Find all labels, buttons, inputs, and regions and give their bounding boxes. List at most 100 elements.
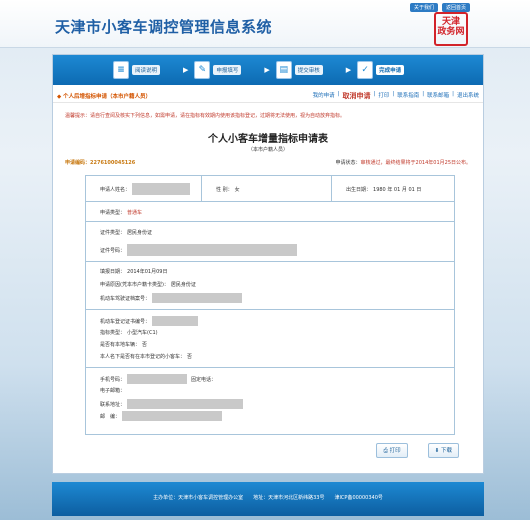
fill-date-label: 填报日期： bbox=[100, 269, 126, 275]
id-no-redacted bbox=[127, 244, 298, 256]
book-icon: ≡ bbox=[113, 61, 129, 79]
has-car-label: 是否有本地车辆： bbox=[100, 342, 141, 348]
breadcrumb-label: 个人后增指标申请（本市户籍人员） bbox=[62, 93, 151, 100]
print-button[interactable]: ⎙ 打印 bbox=[376, 443, 408, 458]
step-complete: ✓ 完成申请 bbox=[357, 61, 421, 79]
step-label-submit: 提交审核 bbox=[294, 65, 323, 75]
id-type-row: 证件类型： 居民身份证 bbox=[100, 229, 152, 236]
address-label: 联系地址： bbox=[100, 401, 126, 408]
zip-redacted bbox=[122, 411, 223, 421]
vehicle-label: 机动车登记证书编号： bbox=[100, 318, 151, 325]
printer-icon: ⎙ bbox=[383, 448, 388, 454]
id-no-row: 证件号码： bbox=[100, 244, 298, 256]
nav-print[interactable]: 打印 bbox=[378, 91, 389, 101]
transfer-label: 本人名下是否有在本市登记的小客车： bbox=[100, 354, 186, 360]
fill-date-row: 填报日期： 2014年01月09日 bbox=[100, 268, 167, 275]
vehicle-redacted bbox=[152, 316, 199, 326]
form-subtitle: （本市户籍人员） bbox=[247, 147, 288, 153]
id-no-label: 证件号码： bbox=[100, 247, 126, 254]
step-arrow-icon: ▶ bbox=[183, 66, 189, 74]
step-label-complete: 完成申请 bbox=[376, 65, 405, 75]
nav-guide[interactable]: 联系指南 bbox=[397, 91, 419, 101]
app-type-value: 普通车 bbox=[127, 210, 143, 216]
print-button-label: 打印 bbox=[389, 448, 401, 454]
app-status: 申请状态：审核通过，最终结果将于2014年01月25日公布。 bbox=[336, 159, 471, 166]
site-title: 天津市小客车调控管理信息系统 bbox=[55, 18, 273, 36]
download-button-label: 下载 bbox=[440, 448, 452, 454]
gender-row: 性 别： 女 bbox=[216, 186, 240, 193]
breadcrumb: ◆ 个人后增指标申请（本市户籍人员） bbox=[57, 93, 151, 100]
driver-label: 机动车驾驶证档案号： bbox=[100, 295, 151, 302]
step-bar: ≡ 阅读说明 ▶ ✎ 申报填写 ▶ ▤ 提交审核 ▶ ✓ 完成申请 bbox=[53, 55, 483, 85]
id-type-label: 证件类型： bbox=[100, 230, 126, 236]
address-row: 联系地址： bbox=[100, 399, 244, 409]
download-button[interactable]: ⬇ 下载 bbox=[427, 443, 459, 458]
reason-row: 申请原因(凭本市户籍卡类型)： 居民身份证 bbox=[100, 281, 196, 288]
email-label: 电子邮箱： bbox=[100, 388, 126, 394]
section-id: 证件类型： 居民身份证 证件号码： bbox=[86, 222, 454, 262]
notice-text: 温馨提示：请自行查阅及核实下列信息，如需申请，请在指标有效期内使用该指标登记，过… bbox=[65, 113, 346, 119]
id-type-value: 居民身份证 bbox=[127, 230, 153, 236]
zip-row: 邮 编： bbox=[100, 411, 223, 421]
form-title: 个人小客车增量指标申请表 bbox=[208, 134, 328, 145]
phone-label: 固定电话： bbox=[191, 376, 217, 383]
section-type: 申请类型： 普通车 bbox=[86, 202, 454, 222]
site-logo: 天津 政务网 bbox=[434, 12, 468, 46]
section-contact: 手机号码： 固定电话： 电子邮箱： 联系地址： 邮 编： bbox=[86, 368, 454, 434]
section-basic: 申请人姓名： 性 别： 女 出生日期： 1980 年 01 月 01 日 bbox=[86, 176, 454, 202]
app-type-label: 申请类型： bbox=[100, 210, 126, 216]
email-row: 电子邮箱： bbox=[100, 387, 125, 394]
reason-value: 居民身份证 bbox=[170, 282, 196, 288]
nav-my-apps[interactable]: 我的申请 bbox=[313, 91, 335, 101]
nav-links: 我的申请 | 取消申请 | 打印 | 联系指南 | 联系邮箱 | 退出系统 bbox=[312, 90, 479, 101]
vehicle-row: 机动车登记证书编号： bbox=[100, 316, 199, 326]
section-fill: 填报日期： 2014年01月09日 申请原因(凭本市户籍卡类型)： 居民身份证 … bbox=[86, 262, 454, 310]
gender-value: 女 bbox=[234, 187, 240, 193]
fill-date-value: 2014年01月09日 bbox=[127, 269, 168, 275]
status-label: 申请状态： bbox=[335, 160, 361, 166]
footer: 主办单位：天津市小客车调控管理办公室 地址：天津市河北区新纬路33号 津ICP备… bbox=[52, 482, 484, 516]
driver-redacted bbox=[152, 293, 243, 303]
step-read: ≡ 阅读说明 bbox=[113, 61, 177, 79]
nav-contact[interactable]: 联系邮箱 bbox=[427, 91, 449, 101]
step-submit: ▤ 提交审核 bbox=[275, 61, 340, 79]
has-car-row: 是否有本地车辆： 否 bbox=[100, 341, 147, 348]
breadcrumb-bar: ◆ 个人后增指标申请（本市户籍人员） 我的申请 | 取消申请 | 打印 | 联系指南 |… bbox=[53, 89, 483, 103]
check-icon: ✓ bbox=[357, 61, 374, 79]
birth-value: 1980 年 01 月 01 日 bbox=[373, 187, 422, 193]
download-icon: ⬇ bbox=[434, 448, 440, 454]
mobile-redacted bbox=[127, 374, 188, 384]
address-redacted bbox=[127, 399, 244, 409]
mobile-row: 手机号码： 固定电话： bbox=[100, 374, 216, 384]
status-value: 审核通过，最终结果将于2014年01月25日公布。 bbox=[360, 160, 471, 166]
top-links: 关于我们 返回首页 bbox=[410, 3, 471, 12]
birth-row: 出生日期： 1980 年 01 月 01 日 bbox=[346, 186, 421, 193]
meta-row: 申请编码：2276100045126 申请状态：审核通过，最终结果将于2014年… bbox=[65, 159, 471, 166]
transfer-value: 否 bbox=[187, 354, 193, 360]
app-code-label: 申请编码： bbox=[65, 160, 91, 166]
action-buttons: ⎙ 打印 ⬇ 下载 bbox=[376, 443, 459, 458]
step-arrow-icon: ▶ bbox=[264, 66, 270, 74]
app-type-row: 申请类型： 普通车 bbox=[100, 209, 142, 216]
step-fill: ✎ 申报填写 bbox=[194, 61, 258, 79]
pencil-icon: ✎ bbox=[194, 61, 211, 79]
zip-label: 邮 编： bbox=[100, 413, 121, 420]
transfer-row: 本人名下是否有在本市登记的小客车： 否 bbox=[100, 353, 192, 360]
car-type-row: 指标类型： 小型汽车(C1) bbox=[100, 329, 158, 336]
name-row: 申请人姓名： bbox=[100, 183, 191, 195]
name-label: 申请人姓名： bbox=[100, 186, 131, 193]
step-label-fill: 申报填写 bbox=[213, 65, 242, 75]
has-car-value: 否 bbox=[142, 342, 148, 348]
nav-cancel-apply[interactable]: 取消申请 bbox=[343, 91, 371, 101]
document-icon: ▤ bbox=[275, 61, 292, 79]
home-link[interactable]: 返回首页 bbox=[442, 3, 471, 12]
about-link[interactable]: 关于我们 bbox=[410, 3, 439, 12]
step-arrow-icon: ▶ bbox=[345, 66, 352, 74]
step-label-read: 阅读说明 bbox=[132, 65, 161, 75]
driver-row: 机动车驾驶证档案号： bbox=[100, 293, 243, 303]
app-code: 申请编码：2276100045126 bbox=[65, 159, 135, 166]
name-redacted bbox=[132, 183, 191, 195]
birth-label: 出生日期： bbox=[346, 187, 372, 193]
nav-logout[interactable]: 退出系统 bbox=[457, 91, 479, 101]
mobile-label: 手机号码： bbox=[100, 376, 126, 383]
